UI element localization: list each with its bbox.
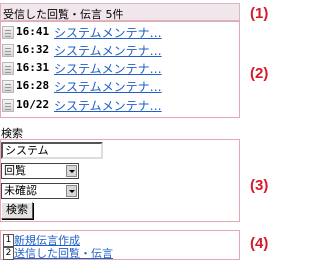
memo-icon xyxy=(2,99,14,112)
memo-icon xyxy=(2,26,14,39)
callout-3: (3) xyxy=(250,177,269,194)
message-subject-link[interactable]: システムメンテナ… xyxy=(54,60,162,77)
status-select[interactable]: 未確認 xyxy=(1,183,79,199)
message-time: 16:32 xyxy=(16,43,50,56)
list-item[interactable]: 16:31 システムメンテナ… xyxy=(2,60,238,77)
callout-4: (4) xyxy=(250,235,269,252)
memo-icon xyxy=(2,44,14,57)
footer-menu: 1 新規伝言作成 2 送信した回覧・伝言 xyxy=(0,230,240,260)
chevron-down-icon[interactable] xyxy=(66,185,77,197)
received-header: 受信した回覧・伝言 5件 xyxy=(0,3,240,21)
message-time: 16:28 xyxy=(16,79,50,92)
message-list: 16:41 システムメンテナ… 16:32 システムメンテナ… 16:31 シス… xyxy=(0,21,240,118)
type-select-value: 回覧 xyxy=(4,164,26,177)
list-item[interactable]: 16:41 システムメンテナ… xyxy=(2,24,238,41)
message-subject-link[interactable]: システムメンテナ… xyxy=(54,97,162,114)
list-item[interactable]: 16:28 システムメンテナ… xyxy=(2,78,238,95)
callout-1: (1) xyxy=(250,5,269,22)
footer-item-sent-messages[interactable]: 2 送信した回覧・伝言 xyxy=(3,245,113,260)
message-subject-link[interactable]: システムメンテナ… xyxy=(54,78,162,95)
search-button[interactable]: 検索 xyxy=(1,202,33,219)
message-time: 16:31 xyxy=(16,61,50,74)
received-title: 受信した回覧・伝言 5件 xyxy=(3,8,124,21)
message-time: 16:41 xyxy=(16,25,50,38)
footer-item-new-message[interactable]: 1 新規伝言作成 xyxy=(3,232,80,247)
access-key-badge: 2 xyxy=(3,246,14,260)
message-time: 10/22 xyxy=(16,98,50,111)
callout-2: (2) xyxy=(250,65,269,82)
sent-messages-link[interactable]: 送信した回覧・伝言 xyxy=(14,247,113,260)
list-item[interactable]: 10/22 システムメンテナ… xyxy=(2,97,238,114)
chevron-down-icon[interactable] xyxy=(66,165,77,177)
memo-icon xyxy=(2,62,14,75)
status-select-value: 未確認 xyxy=(4,184,37,197)
memo-icon xyxy=(2,80,14,93)
message-subject-link[interactable]: システムメンテナ… xyxy=(54,42,162,59)
search-keyword-input[interactable]: システム xyxy=(1,142,103,159)
list-item[interactable]: 16:32 システムメンテナ… xyxy=(2,42,238,59)
message-subject-link[interactable]: システムメンテナ… xyxy=(54,24,162,41)
type-select[interactable]: 回覧 xyxy=(1,163,79,179)
